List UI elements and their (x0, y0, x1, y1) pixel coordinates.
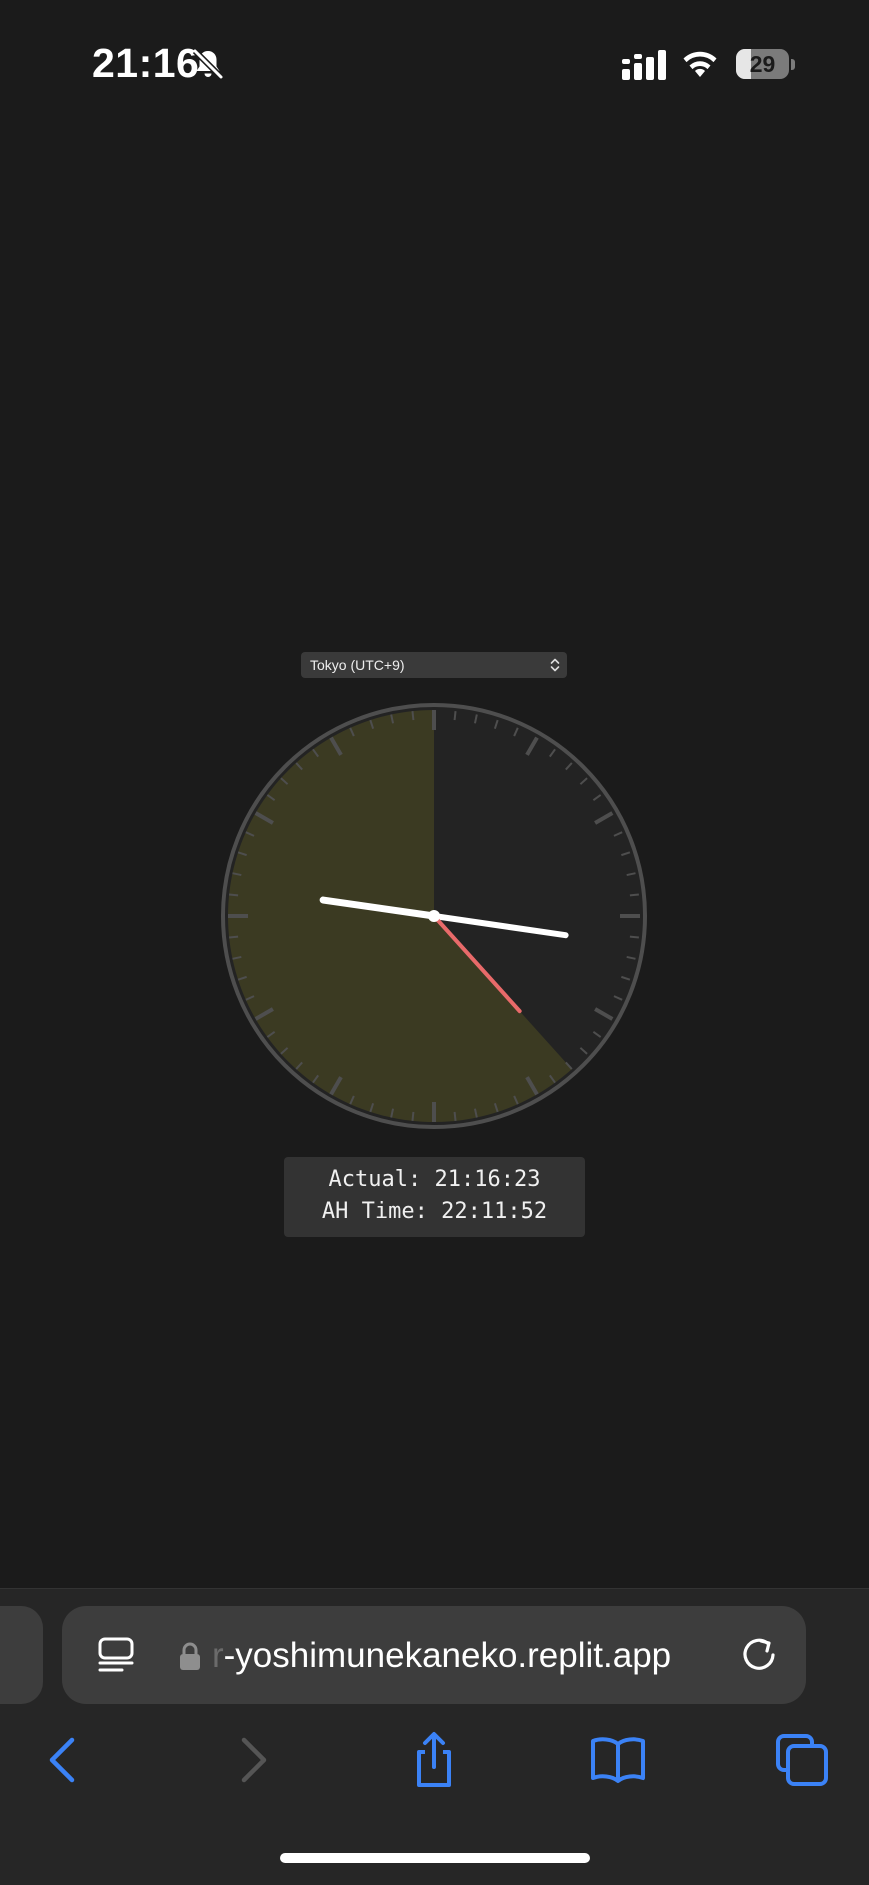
tabs-icon[interactable] (772, 1730, 832, 1790)
battery-level: 29 (749, 51, 776, 77)
ah-time-label: AH Time: 22:11:52 (321, 1199, 548, 1224)
bell-slash-icon (192, 48, 224, 80)
back-icon[interactable] (34, 1730, 94, 1790)
home-indicator (280, 1853, 590, 1863)
timezone-select-value: Tokyo (UTC+9) (310, 657, 405, 673)
clock-center-pin (428, 910, 440, 922)
analog-clock (221, 703, 647, 1129)
url-text[interactable]: r-yoshimunekaneko.replit.app (212, 1634, 722, 1678)
bookmarks-icon[interactable] (588, 1730, 648, 1790)
battery-icon: 29 (736, 49, 796, 81)
lock-icon (180, 1642, 200, 1670)
minute-tick (229, 893, 239, 897)
minute-tick (453, 1111, 457, 1121)
minute-tick (229, 935, 239, 939)
share-icon[interactable] (404, 1730, 464, 1790)
wifi-icon (683, 51, 717, 77)
tabs-overview-icon[interactable] (96, 1635, 136, 1675)
minute-tick (411, 1111, 415, 1121)
timezone-select[interactable]: Tokyo (UTC+9) (301, 652, 567, 678)
previous-tab-preview[interactable] (0, 1606, 43, 1704)
minute-tick (411, 711, 415, 721)
minute-tick (629, 935, 639, 939)
time-readout: Actual: 21:16:23 AH Time: 22:11:52 (284, 1157, 585, 1237)
forward-icon[interactable] (222, 1730, 282, 1790)
reload-icon[interactable] (738, 1634, 780, 1676)
cellular-signal-icon (622, 50, 666, 80)
minute-tick (453, 711, 457, 721)
status-time: 21:16 (92, 40, 200, 86)
url-main: -yoshimunekaneko.replit.app (223, 1636, 672, 1675)
url-prefix: r (212, 1636, 224, 1675)
minute-tick (629, 893, 639, 897)
actual-time-label: Actual: 21:16:23 (328, 1167, 541, 1192)
chevron-up-down-icon (550, 658, 560, 672)
